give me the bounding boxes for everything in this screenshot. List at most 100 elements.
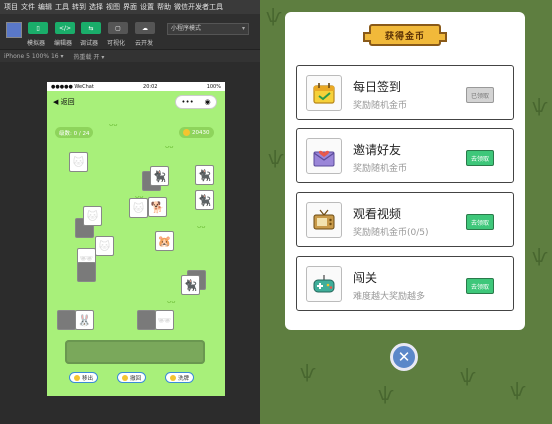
back-label: 返回 <box>60 98 75 106</box>
hot-reload-select[interactable]: 热重载 开 ▾ <box>74 52 105 61</box>
simulator-button[interactable]: ▯ <box>28 22 48 34</box>
grass-icon: ѱ <box>532 96 548 117</box>
task-card-video: 观看视频 奖励随机金币(0/5) 去领取 <box>296 192 514 247</box>
preview-pane: ѱ ѱ ѱ ѱ ѱ ѱ ѱ ѱ 获得金币 每日签到 奖励随机金币 已领取 邀请好… <box>260 0 552 424</box>
coin-icon <box>122 374 128 381</box>
menu-item-tools[interactable]: 工具 <box>55 2 69 12</box>
chevron-down-icon: ▾ <box>241 25 245 32</box>
simulator-label: 模拟器 <box>27 40 46 47</box>
game-tile[interactable]: 🐈‍⬛ <box>150 166 169 186</box>
debugger-button[interactable]: ⇆ <box>81 22 101 34</box>
level-pill: 级数: 0 / 24 <box>55 127 94 138</box>
game-tile[interactable]: 🐱 <box>83 206 102 226</box>
game-tile[interactable]: 🐕 <box>148 197 167 217</box>
coin-pill: 20430 <box>179 127 214 138</box>
grass-icon: ᴗᴗ <box>109 120 118 128</box>
card-subtitle: 奖励随机金币(0/5) <box>353 228 429 238</box>
get-coins-modal: 获得金币 每日签到 奖励随机金币 已领取 邀请好友 奖励随机金币 去领取 观看视… <box>285 12 525 330</box>
card-title: 每日签到 <box>353 80 402 94</box>
menu-item-app-name[interactable]: 微信开发者工具 <box>174 2 223 12</box>
tile-slot-bar <box>65 340 205 364</box>
grass-icon: ᴗᴗ <box>165 142 174 150</box>
devtools-pane: 项目 文件 编辑 工具 转到 选择 视图 界面 设置 帮助 微信开发者工具 ▯ … <box>0 0 260 424</box>
grass-icon: ѱ <box>300 362 316 383</box>
card-title: 闯关 <box>353 271 378 285</box>
mode-select[interactable]: 小程序模式 ▾ <box>167 23 249 35</box>
debugger-label: 调试器 <box>80 40 99 47</box>
claim-invite-button[interactable]: 去领取 <box>466 150 494 166</box>
game-tile[interactable]: 🐈‍⬛ <box>181 275 200 295</box>
game-tile[interactable]: 🐱 <box>69 152 88 172</box>
back-button[interactable]: ◀ 返回 <box>53 97 75 107</box>
cloud-button[interactable]: ☁ <box>135 22 155 34</box>
close-modal-button[interactable]: ✕ <box>390 343 418 371</box>
tool-label: 洗牌 <box>178 375 190 382</box>
phone-status-bar: ●●●●● WeChat 20:02 100% <box>47 82 225 91</box>
game-tile[interactable]: 🐈‍⬛ <box>195 190 214 210</box>
close-mini-icon[interactable]: ◉ <box>205 98 211 106</box>
toolbar: ▯ 模拟器 </> 编辑器 ⇆ 调试器 ▢ 可视化 ☁ 云开发 小程序模式 ▾ <box>0 14 260 50</box>
claim-challenge-button[interactable]: 去领取 <box>466 278 494 294</box>
task-card-checkin: 每日签到 奖励随机金币 已领取 <box>296 65 514 120</box>
menu-item-goto[interactable]: 转到 <box>72 2 86 12</box>
task-card-invite: 邀请好友 奖励随机金币 去领取 <box>296 128 514 183</box>
coin-icon <box>170 374 176 381</box>
shuffle-tool-button[interactable]: 洗牌 <box>165 372 195 383</box>
game-tile[interactable]: 🐱 <box>129 198 148 218</box>
game-tile[interactable] <box>57 310 76 330</box>
device-select[interactable]: iPhone 5 100% 16 ▾ <box>4 53 64 60</box>
menu-item-file[interactable]: 文件 <box>21 2 35 12</box>
phone-simulator: ●●●●● WeChat 20:02 100% ◀ 返回 ••• ◉ 级数: 0… <box>47 82 225 396</box>
grass-icon: ѱ <box>266 6 282 27</box>
card-title: 观看视频 <box>353 207 402 221</box>
game-tile[interactable]: 🕶 <box>155 310 174 330</box>
game-tile[interactable]: 🐈‍⬛ <box>195 165 214 185</box>
game-tile[interactable]: 🐹 <box>155 231 174 251</box>
more-icon[interactable]: ••• <box>181 98 193 106</box>
invite-icon <box>306 138 342 174</box>
simulator-subbar: iPhone 5 100% 16 ▾ 热重载 开 ▾ <box>0 50 260 62</box>
claim-video-button[interactable]: 去领取 <box>466 214 494 230</box>
phone-nav-bar: ◀ 返回 ••• ◉ <box>47 91 225 113</box>
time-text: 20:02 <box>143 83 158 90</box>
game-tile[interactable] <box>77 262 96 282</box>
coin-icon <box>183 129 190 136</box>
menu-item-settings[interactable]: 设置 <box>140 2 154 12</box>
coin-count: 20430 <box>192 129 210 136</box>
carrier-text: ●●●●● WeChat <box>51 83 94 90</box>
menu-item-select[interactable]: 选择 <box>89 2 103 12</box>
visual-button[interactable]: ▢ <box>108 22 128 34</box>
card-title: 邀请好友 <box>353 143 402 157</box>
capsule-menu[interactable]: ••• ◉ <box>175 95 217 109</box>
menu-item-edit[interactable]: 编辑 <box>38 2 52 12</box>
card-subtitle: 奖励随机金币 <box>353 101 408 111</box>
grass-icon: ᴗᴗ <box>167 297 176 305</box>
menu-item-interface[interactable]: 界面 <box>123 2 137 12</box>
gamepad-icon <box>306 266 342 302</box>
tool-label: 移出 <box>82 375 94 382</box>
close-icon: ✕ <box>397 347 411 366</box>
remove-tool-button[interactable]: 移出 <box>69 372 99 383</box>
card-subtitle: 难度越大奖励越多 <box>353 292 426 302</box>
game-tile[interactable]: 🐱 <box>95 236 114 256</box>
mode-select-value: 小程序模式 <box>171 25 202 32</box>
modal-title: 获得金币 <box>363 24 447 46</box>
avatar[interactable] <box>6 22 22 38</box>
grass-icon: ѱ <box>510 380 526 401</box>
grass-icon: ᴗᴗ <box>197 222 206 230</box>
game-tile[interactable]: 🐰 <box>75 310 94 330</box>
undo-tool-button[interactable]: 撤回 <box>117 372 147 383</box>
menu-item-project[interactable]: 项目 <box>4 2 18 12</box>
task-card-challenge: 闯关 难度越大奖励越多 去领取 <box>296 256 514 311</box>
grass-icon: ѱ <box>378 384 394 405</box>
editor-label: 编辑器 <box>54 40 73 47</box>
menu-item-help[interactable]: 帮助 <box>157 2 171 12</box>
menu-item-view[interactable]: 视图 <box>106 2 120 12</box>
card-subtitle: 奖励随机金币 <box>353 164 408 174</box>
editor-button[interactable]: </> <box>55 22 75 34</box>
tool-label: 撤回 <box>130 375 142 382</box>
claimed-button[interactable]: 已领取 <box>466 87 494 103</box>
menu-bar: 项目 文件 编辑 工具 转到 选择 视图 界面 设置 帮助 微信开发者工具 <box>0 0 260 14</box>
checkin-icon <box>306 75 342 111</box>
game-tile[interactable] <box>137 310 156 330</box>
